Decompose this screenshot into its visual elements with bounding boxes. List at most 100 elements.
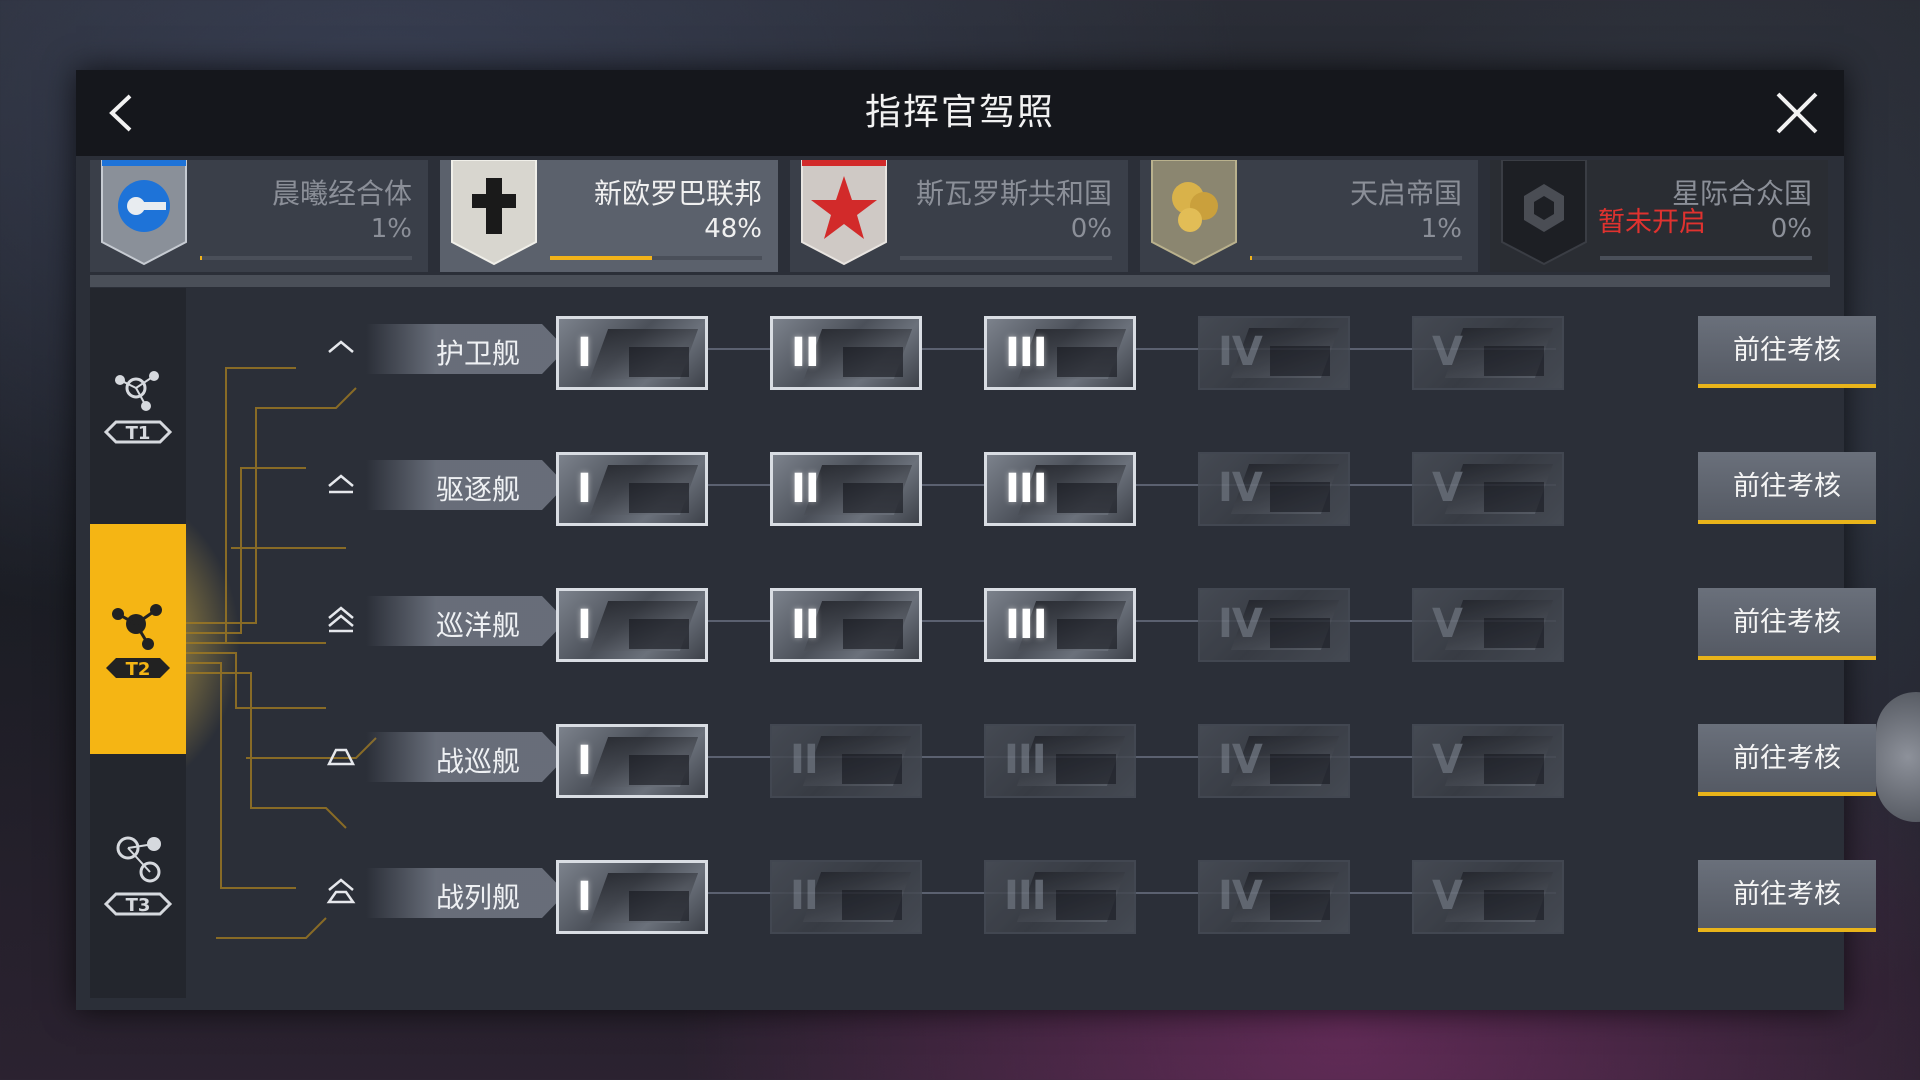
t2-molecule-icon: T2 xyxy=(106,604,170,680)
level-tile-4[interactable]: IV xyxy=(1198,860,1350,934)
ship-type-label: 巡洋舰 xyxy=(436,609,521,642)
faction-tab-new-europa[interactable]: 新欧罗巴联邦 48% xyxy=(440,160,778,272)
faction-tab-apocalypse-empire[interactable]: 天启帝国 1% xyxy=(1140,160,1478,272)
ship-detail xyxy=(1057,619,1117,649)
close-button[interactable] xyxy=(1772,88,1822,138)
faction-percent: 0% xyxy=(1770,214,1812,244)
faction-tab-svaros[interactable]: 斯瓦罗斯共和国 0% xyxy=(790,160,1128,272)
level-numeral: I xyxy=(577,330,592,376)
close-icon xyxy=(1776,92,1818,134)
level-numeral: IV xyxy=(1218,737,1263,783)
go-assessment-button[interactable]: 前往考核 xyxy=(1698,588,1876,660)
ship-type-label: 护卫舰 xyxy=(436,337,521,370)
level-tile-2[interactable]: II xyxy=(770,860,922,934)
level-tile-2[interactable]: II xyxy=(770,588,922,662)
faction-progress-fill xyxy=(550,256,652,260)
rank-chevron-icon xyxy=(326,878,356,904)
cross-emblem-icon xyxy=(451,160,537,266)
level-tile-5[interactable]: V xyxy=(1412,724,1564,798)
ship-type-label: 驱逐舰 xyxy=(436,473,521,506)
tier-label: T1 xyxy=(126,423,151,444)
level-numeral: I xyxy=(577,874,592,920)
level-tile-1[interactable]: I xyxy=(556,452,708,526)
page-title: 指挥官驾照 xyxy=(864,92,1055,133)
level-numeral: IV xyxy=(1218,873,1263,919)
level-tile-1[interactable]: I xyxy=(556,724,708,798)
tier-tab-t1[interactable]: T1 xyxy=(90,288,186,518)
level-tile-4[interactable]: IV xyxy=(1198,316,1350,390)
faction-percent: 1% xyxy=(370,214,412,244)
level-tile-4[interactable]: IV xyxy=(1198,588,1350,662)
level-tile-1[interactable]: I xyxy=(556,588,708,662)
ship-detail xyxy=(1057,347,1117,377)
level-tile-4[interactable]: IV xyxy=(1198,724,1350,798)
level-numeral: II xyxy=(791,602,820,648)
ship-detail xyxy=(1270,754,1330,784)
level-numeral: V xyxy=(1432,873,1463,919)
ship-detail xyxy=(629,619,689,649)
ship-type-label: 战列舰 xyxy=(436,881,521,914)
level-tile-5[interactable]: V xyxy=(1412,860,1564,934)
faction-progress-fill xyxy=(1250,256,1253,260)
level-numeral: II xyxy=(790,737,819,783)
ship-type-label: 战巡舰 xyxy=(436,745,521,778)
faction-progress-bar xyxy=(1600,256,1812,260)
level-numeral: III xyxy=(1005,602,1048,648)
level-tile-1[interactable]: I xyxy=(556,316,708,390)
level-numeral: III xyxy=(1004,737,1047,783)
level-tile-2[interactable]: II xyxy=(770,316,922,390)
level-numeral: V xyxy=(1432,465,1463,511)
ship-detail xyxy=(629,347,689,377)
level-tile-4[interactable]: IV xyxy=(1198,452,1350,526)
go-assessment-button[interactable]: 前往考核 xyxy=(1698,724,1876,796)
ship-row-battlecruiser: 战巡舰 前往考核 I II III IV V xyxy=(186,716,1876,798)
faction-name: 新欧罗巴联邦 xyxy=(593,177,762,210)
level-numeral: II xyxy=(790,873,819,919)
faction-name: 斯瓦罗斯共和国 xyxy=(915,177,1112,210)
level-tile-1[interactable]: I xyxy=(556,860,708,934)
level-numeral: III xyxy=(1005,466,1048,512)
level-tile-2[interactable]: II xyxy=(770,452,922,526)
level-numeral: II xyxy=(791,330,820,376)
ship-detail xyxy=(843,483,903,513)
go-assessment-button[interactable]: 前往考核 xyxy=(1698,316,1876,388)
go-assessment-button[interactable]: 前往考核 xyxy=(1698,452,1876,524)
rank-chevron-icon xyxy=(326,748,356,766)
ship-detail xyxy=(1056,890,1116,920)
level-numeral: I xyxy=(577,738,592,784)
side-handle[interactable] xyxy=(1876,692,1920,822)
level-tile-3[interactable]: III xyxy=(984,316,1136,390)
t3-molecule-icon: T3 xyxy=(103,836,173,916)
ship-detail xyxy=(1056,754,1116,784)
level-tile-3[interactable]: III xyxy=(984,860,1136,934)
level-tile-3[interactable]: III xyxy=(984,452,1136,526)
level-tile-5[interactable]: V xyxy=(1412,316,1564,390)
level-tile-2[interactable]: II xyxy=(770,724,922,798)
rank-chevron-icon xyxy=(328,606,354,633)
go-assessment-button[interactable]: 前往考核 xyxy=(1698,860,1876,932)
faction-tab-interstellar-union[interactable]: 星际合众国 0% 暂未开启 xyxy=(1490,160,1828,272)
faction-progress-fill xyxy=(200,256,203,260)
tier-tab-t2[interactable]: T2 xyxy=(90,524,186,754)
level-tile-5[interactable]: V xyxy=(1412,588,1564,662)
tier-tab-t3[interactable]: T3 xyxy=(90,760,186,990)
faction-name: 天启帝国 xyxy=(1349,177,1462,210)
ship-detail xyxy=(1484,346,1544,376)
level-tile-5[interactable]: V xyxy=(1412,452,1564,526)
level-tile-3[interactable]: III xyxy=(984,588,1136,662)
faction-tab-morning-union[interactable]: 晨曦经合体 1% xyxy=(90,160,428,272)
ship-detail xyxy=(1270,618,1330,648)
back-button[interactable] xyxy=(98,88,148,138)
level-numeral: IV xyxy=(1218,601,1263,647)
ship-detail xyxy=(1270,482,1330,512)
level-tile-3[interactable]: III xyxy=(984,724,1136,798)
level-numeral: IV xyxy=(1218,329,1263,375)
ship-row-battleship: 战列舰 前往考核 I II III IV V xyxy=(186,852,1876,934)
faction-percent: 0% xyxy=(1070,214,1112,244)
ship-row-destroyer: 驱逐舰 前往考核 I II III IV V xyxy=(186,444,1876,526)
faction-progress-bar xyxy=(200,256,412,260)
blue-circle-emblem-icon xyxy=(101,160,187,266)
faction-divider xyxy=(90,275,1830,287)
ship-detail xyxy=(842,754,902,784)
ship-row-frigate: 护卫舰 前往考核 I II III IV V xyxy=(186,308,1876,390)
